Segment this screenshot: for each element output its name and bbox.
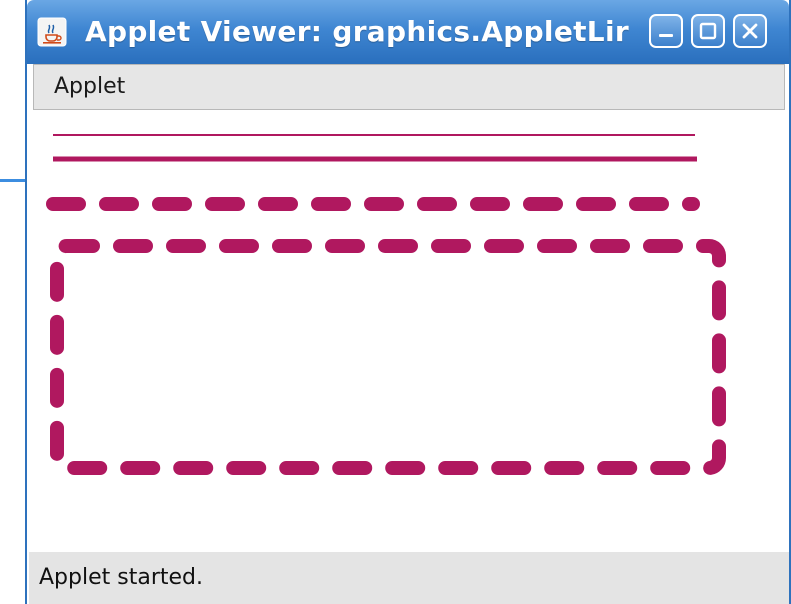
minimize-icon [659,34,673,37]
title-bar[interactable]: Applet Viewer: graphics.AppletLir [27,0,789,64]
menu-bar: Applet [33,64,785,110]
applet-canvas [29,112,789,552]
maximize-button[interactable] [691,14,725,48]
menu-applet[interactable]: Applet [54,65,125,109]
status-bar: Applet started. [29,552,789,604]
minimize-button[interactable] [649,14,683,48]
drawing-surface [46,134,726,475]
close-button[interactable] [733,14,767,48]
status-text: Applet started. [39,565,203,590]
maximize-icon [699,22,717,40]
close-icon [742,23,758,39]
window-title: Applet Viewer: graphics.AppletLir [85,15,629,48]
dashed-rounded-rectangle [50,239,726,475]
applet-viewer-window: Applet Viewer: graphics.AppletLir Applet [25,0,791,604]
java-cup-icon [37,17,67,47]
